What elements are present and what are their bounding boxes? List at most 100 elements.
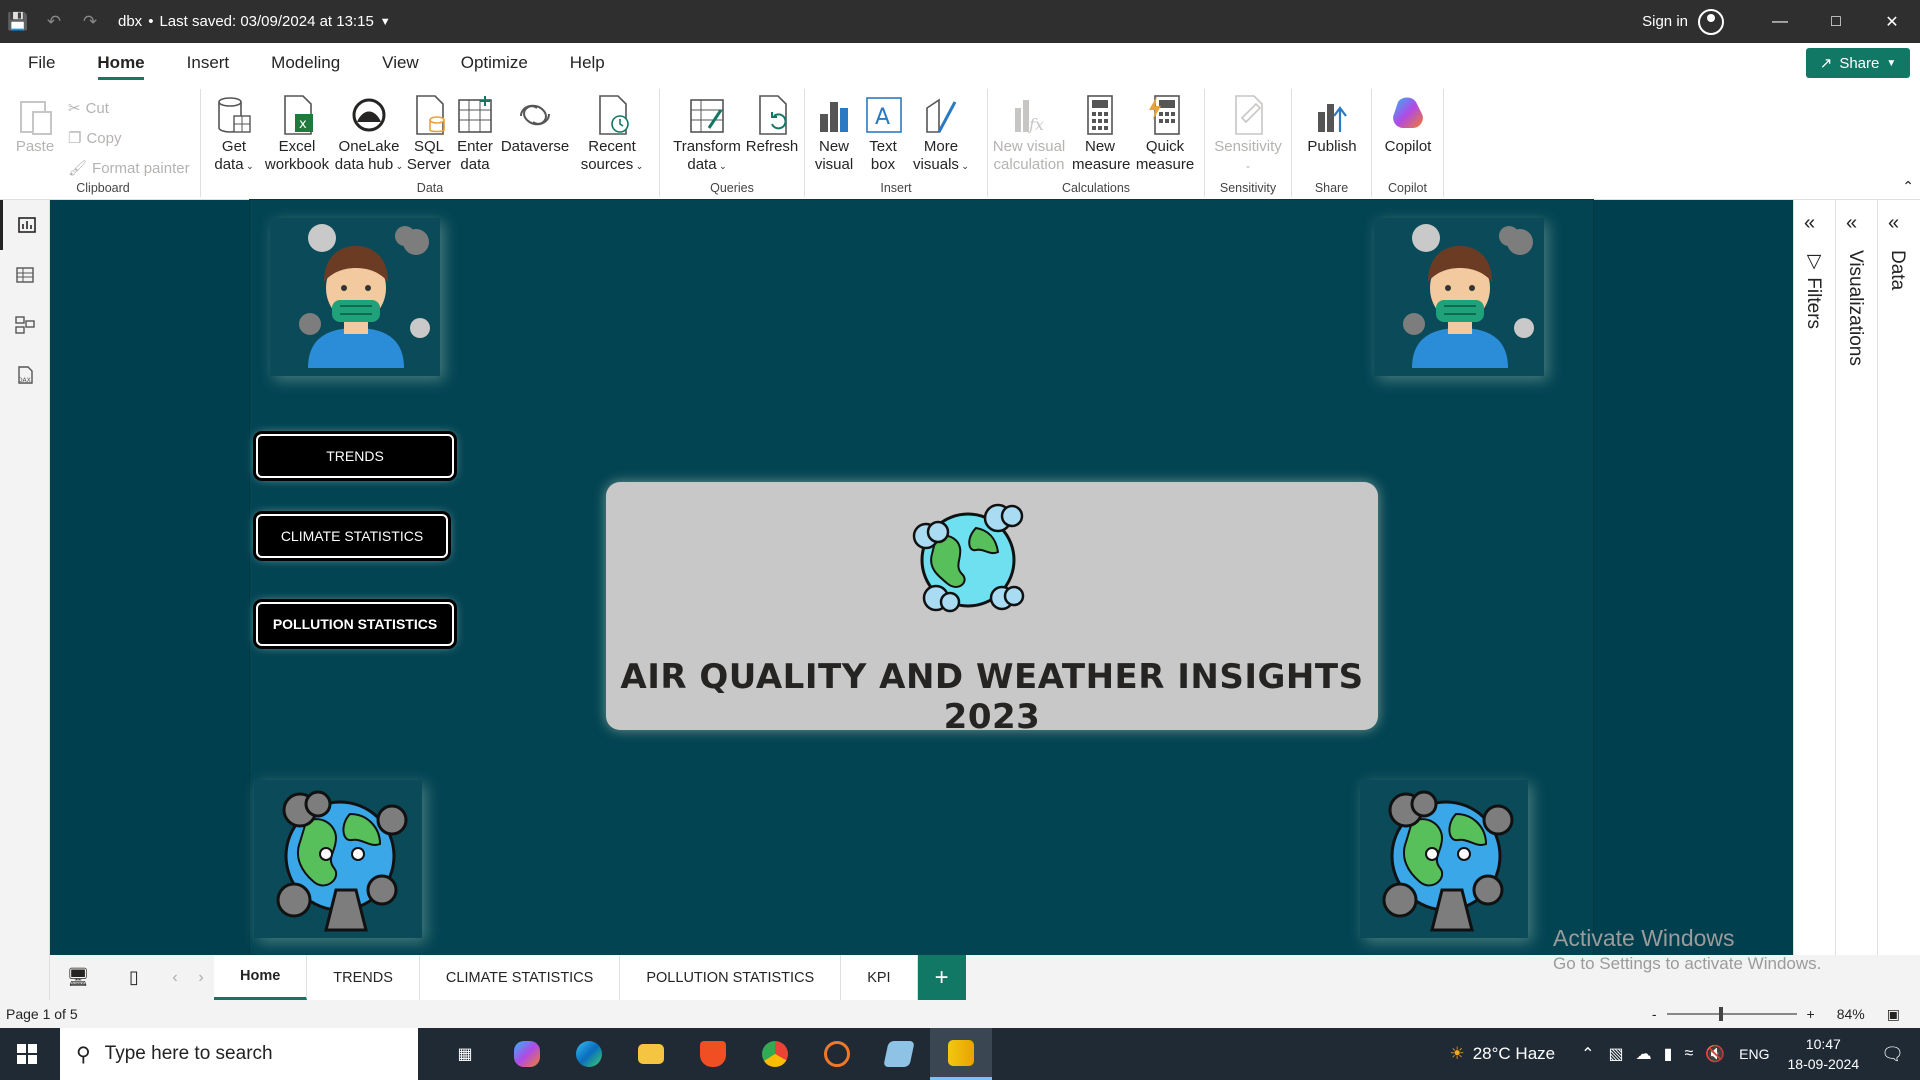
tab-pollution-statistics[interactable]: POLLUTION STATISTICS [620, 955, 842, 1000]
wifi-icon[interactable]: ≈ [1684, 1045, 1693, 1063]
dataverse-button[interactable]: Dataverse [499, 94, 571, 156]
language-indicator[interactable]: ENG [1739, 1046, 1769, 1062]
tab-trends[interactable]: TRENDS [307, 955, 420, 1000]
save-icon[interactable]: 💾 [0, 0, 36, 43]
dax-query-view-icon[interactable]: DAX [0, 350, 50, 400]
jupyter-icon[interactable] [806, 1028, 868, 1080]
menu-modeling[interactable]: Modeling [250, 43, 361, 83]
fit-to-page-icon[interactable]: ▣ [1887, 1006, 1900, 1023]
publish-button[interactable]: Publish [1298, 94, 1366, 156]
battery-icon[interactable]: ▮ [1664, 1044, 1673, 1064]
menu-insert[interactable]: Insert [166, 43, 251, 83]
chevron-down-icon: ⌄ [243, 161, 254, 171]
mobile-layout-icon[interactable]: ▯ [106, 955, 162, 1000]
weather-widget[interactable]: ☀ 28°C Haze [1449, 1044, 1555, 1064]
onelake-icon [349, 94, 389, 136]
tab-kpi[interactable]: KPI [841, 955, 918, 1000]
new-measure-button[interactable]: New measure [1072, 94, 1130, 174]
copilot-button[interactable]: Copilot [1376, 94, 1440, 156]
quick-measure-button[interactable]: Quick measure [1132, 94, 1198, 174]
undo-icon[interactable]: ↶ [36, 0, 72, 43]
transform-data-button[interactable]: Transform data ⌄ [672, 94, 742, 175]
table-view-icon[interactable] [0, 250, 50, 300]
brush-icon: 🖌 [68, 160, 88, 177]
chevron-down-icon: ⌄ [633, 161, 644, 171]
expand-data-icon[interactable]: « [1888, 212, 1899, 235]
filters-pane[interactable]: « ▽ Filters [1793, 200, 1835, 955]
desktop-layout-icon[interactable]: 🖥 [50, 955, 106, 1000]
share-button[interactable]: ↗ Share ▼ [1806, 48, 1910, 78]
report-view-icon[interactable] [0, 200, 50, 250]
redo-icon[interactable]: ↷ [72, 0, 108, 43]
sign-in-button[interactable]: Sign in [1642, 8, 1724, 35]
new-visual-button[interactable]: New visual [809, 94, 859, 174]
power-bi-icon[interactable] [930, 1028, 992, 1080]
refresh-button[interactable]: Refresh [744, 94, 800, 156]
excel-workbook-button[interactable]: x Excel workbook [261, 94, 333, 174]
document-title[interactable]: dbx • Last saved: 03/09/2024 at 13:15 ▼ [118, 13, 391, 30]
clock-date: 18-09-2024 [1787, 1056, 1860, 1072]
menu-view[interactable]: View [361, 43, 440, 83]
brave-icon[interactable] [682, 1028, 744, 1080]
add-page-button[interactable]: + [917, 955, 966, 1000]
trends-nav-button[interactable]: TRENDS [256, 434, 454, 478]
activate-windows-watermark: Activate Windows Go to Settings to activ… [1553, 925, 1822, 973]
copilot-taskbar-icon[interactable] [496, 1028, 558, 1080]
notifications-icon[interactable]: 🗨 [1881, 1044, 1904, 1065]
sensitivity-button[interactable]: Sensitivity ⌄ [1209, 94, 1287, 174]
haze-icon: ☀ [1449, 1044, 1465, 1063]
format-painter-button[interactable]: 🖌 Format painter [68, 159, 190, 178]
expand-visualizations-icon[interactable]: « [1846, 212, 1857, 235]
start-button[interactable] [0, 1044, 54, 1064]
menu-home[interactable]: Home [76, 43, 165, 83]
data-pane[interactable]: « Data [1877, 200, 1919, 955]
paste-button[interactable]: Paste [12, 94, 58, 156]
zoom-out-button[interactable]: - [1652, 1006, 1657, 1022]
onelake-data-hub-button[interactable]: OneLake data hub ⌄ [333, 94, 405, 175]
menu-optimize[interactable]: Optimize [440, 43, 549, 83]
show-hidden-icons-icon[interactable]: ⌃ [1581, 1044, 1594, 1064]
new-visual-calculation-button[interactable]: fx New visual calculation [990, 94, 1068, 174]
enter-data-button[interactable]: Enter data [453, 94, 497, 174]
text-box-button[interactable]: A Text box [861, 94, 905, 174]
clock[interactable]: 10:47 18-09-2024 [1788, 1034, 1860, 1074]
collapse-ribbon-icon[interactable]: ⌃ [1902, 178, 1914, 195]
volume-muted-icon[interactable]: 🔇 [1705, 1044, 1725, 1064]
minimize-icon[interactable]: — [1752, 0, 1808, 43]
recent-sources-button[interactable]: Recent sources ⌄ [573, 94, 651, 175]
close-icon[interactable]: ✕ [1864, 0, 1920, 43]
chevron-down-icon: ⌄ [393, 161, 404, 171]
more-visuals-button[interactable]: More visuals ⌄ [909, 94, 973, 175]
tab-prev-icon[interactable]: ‹ [162, 955, 188, 1000]
zoom-in-button[interactable]: + [1807, 1006, 1815, 1022]
sql-server-button[interactable]: SQL Server [406, 94, 452, 174]
table-icon [455, 94, 495, 136]
expand-filters-icon[interactable]: « [1804, 212, 1815, 235]
notes-app-icon[interactable] [868, 1028, 930, 1080]
model-view-icon[interactable] [0, 300, 50, 350]
zoom-slider-thumb[interactable] [1718, 1007, 1723, 1021]
chrome-icon[interactable] [744, 1028, 806, 1080]
task-view-icon[interactable]: ▦ [434, 1028, 496, 1080]
onedrive-icon[interactable]: ☁ [1636, 1044, 1652, 1064]
zoom-slider[interactable] [1666, 1007, 1797, 1021]
get-data-button[interactable]: Get data ⌄ [207, 94, 261, 175]
meet-icon[interactable]: ▧ [1609, 1044, 1624, 1064]
edge-icon[interactable] [558, 1028, 620, 1080]
menu-help[interactable]: Help [549, 43, 626, 83]
dataverse-icon [515, 94, 555, 136]
tab-home[interactable]: Home [214, 955, 308, 1000]
cut-button[interactable]: ✂ Cut [68, 99, 109, 118]
tab-climate-statistics[interactable]: CLIMATE STATISTICS [419, 955, 621, 1000]
menu-file[interactable]: File [0, 43, 76, 83]
maximize-icon[interactable]: □ [1808, 0, 1864, 43]
sensitivity-icon [1228, 94, 1268, 136]
pollution-statistics-nav-button[interactable]: POLLUTION STATISTICS [256, 602, 454, 646]
file-explorer-icon[interactable] [620, 1028, 682, 1080]
climate-statistics-nav-button[interactable]: CLIMATE STATISTICS [256, 514, 448, 558]
taskbar-search[interactable]: ⚲ Type here to search [60, 1028, 418, 1080]
copy-button[interactable]: ❐ Copy [68, 129, 121, 148]
visualizations-pane[interactable]: « Visualizations [1835, 200, 1877, 955]
earth-clouds-icon [912, 503, 1025, 613]
tab-next-icon[interactable]: › [188, 955, 214, 1000]
